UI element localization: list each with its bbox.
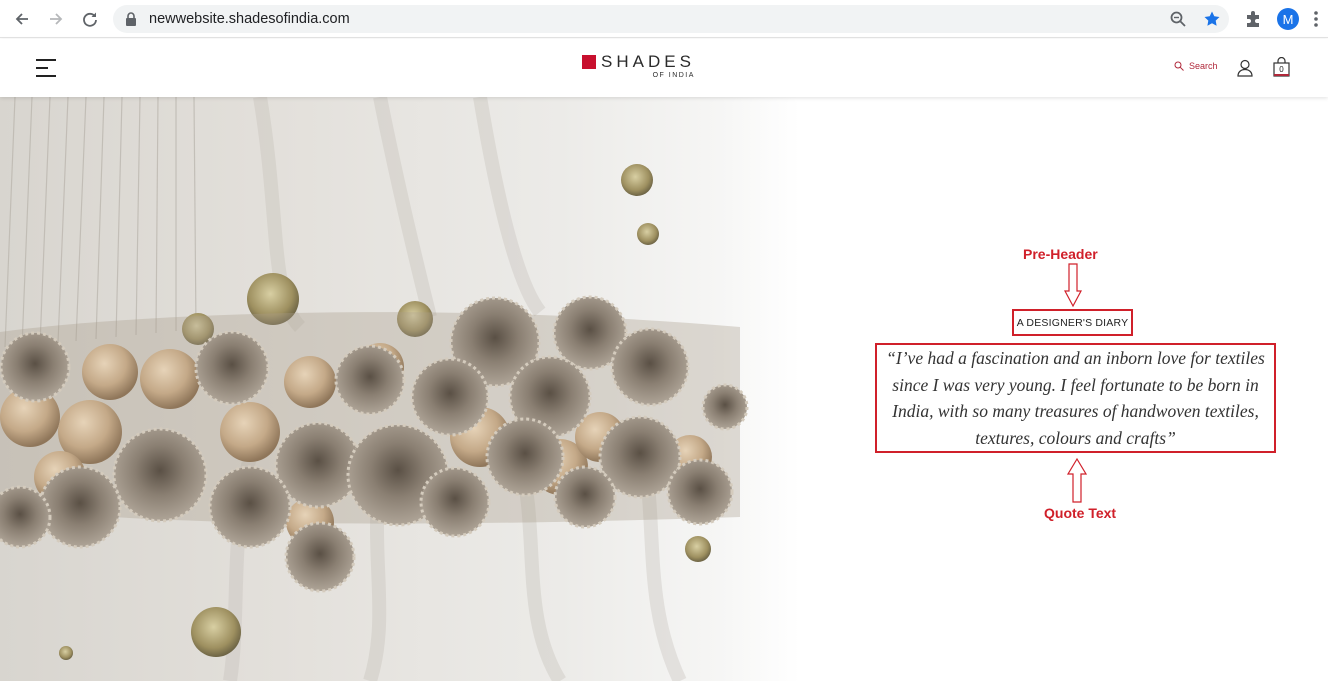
site-header: SHADES OF INDIA Search 0 bbox=[0, 39, 1328, 97]
quote-text: “I’ve had a fascination and an inborn lo… bbox=[886, 348, 1265, 448]
profile-avatar[interactable]: M bbox=[1277, 8, 1299, 30]
search-label: Search bbox=[1189, 61, 1218, 71]
logo-mark bbox=[582, 55, 596, 69]
address-bar[interactable]: newwebsite.shadesofindia.com bbox=[113, 5, 1229, 33]
pre-header-box: A DESIGNER'S DIARY bbox=[1012, 309, 1133, 336]
kebab-menu-icon[interactable] bbox=[1313, 9, 1319, 29]
bookmark-star-icon[interactable] bbox=[1203, 10, 1221, 28]
url-text[interactable]: newwebsite.shadesofindia.com bbox=[149, 11, 350, 27]
extensions-puzzle-icon[interactable] bbox=[1242, 8, 1264, 30]
hamburger-menu-icon[interactable] bbox=[36, 58, 58, 78]
back-arrow-icon[interactable] bbox=[10, 7, 34, 31]
zoom-icon[interactable] bbox=[1169, 10, 1187, 28]
pre-header-text: A DESIGNER'S DIARY bbox=[1016, 316, 1129, 329]
search-button[interactable]: Search bbox=[1174, 61, 1218, 71]
hero-image bbox=[0, 97, 800, 681]
annotation-up-arrow-icon bbox=[1067, 457, 1087, 503]
annotation-down-arrow-icon bbox=[1064, 263, 1082, 308]
reload-icon[interactable] bbox=[78, 7, 102, 31]
site-logo[interactable]: SHADES OF INDIA bbox=[582, 52, 695, 84]
user-account-icon[interactable] bbox=[1237, 59, 1253, 77]
annotation-quote-text-label: Quote Text bbox=[1044, 505, 1117, 521]
forward-arrow-icon[interactable] bbox=[44, 7, 68, 31]
logo-subtitle: OF INDIA bbox=[652, 72, 695, 79]
annotation-pre-header-label: Pre-Header bbox=[1023, 246, 1098, 262]
lock-icon bbox=[126, 12, 136, 26]
search-icon bbox=[1174, 61, 1184, 71]
hero-section: Pre-Header A DESIGNER'S DIARY “I’ve had … bbox=[0, 97, 1328, 681]
quote-box: “I’ve had a fascination and an inborn lo… bbox=[875, 343, 1276, 453]
cart-count: 0 bbox=[1279, 65, 1284, 74]
logo-wordmark: SHADES bbox=[601, 52, 695, 71]
browser-toolbar: newwebsite.shadesofindia.com M bbox=[0, 0, 1328, 38]
